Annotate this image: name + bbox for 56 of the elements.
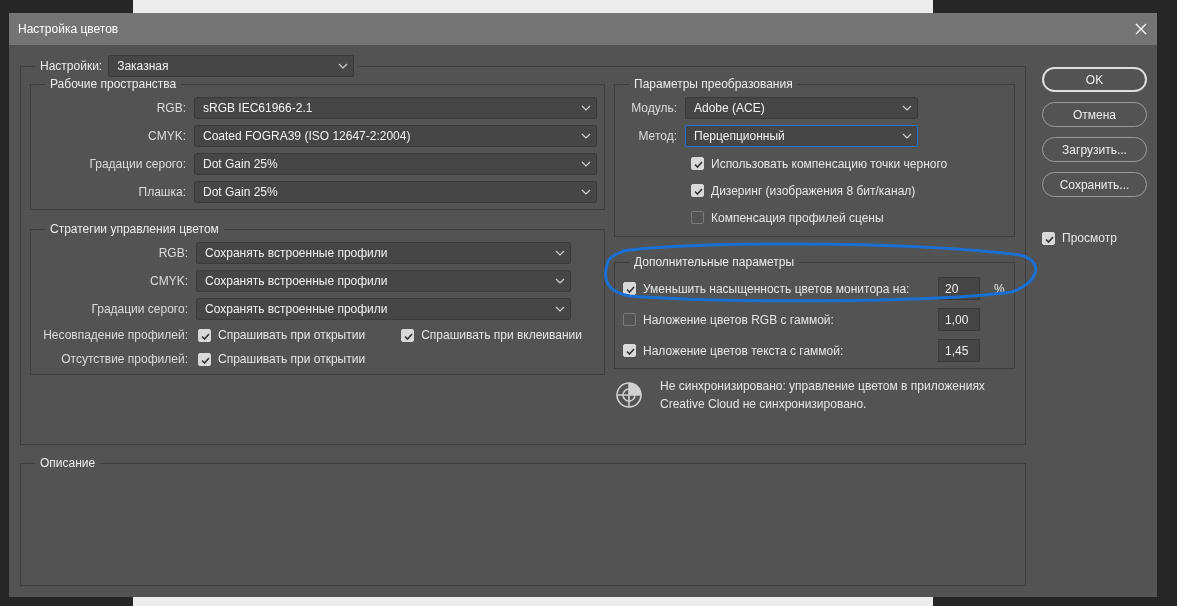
chevron-icon bbox=[581, 105, 591, 111]
checkbox-label: Использовать компенсацию точки черного bbox=[711, 155, 948, 173]
field-label: Настройки: bbox=[40, 59, 103, 73]
chevron-icon bbox=[581, 133, 591, 139]
dropdown[interactable]: Сохранять встроенные профили bbox=[196, 242, 571, 264]
field-label: Градации серого: bbox=[88, 156, 186, 173]
checkbox-label: Дизеринг (изображения 8 бит/канал) bbox=[711, 182, 916, 200]
chevron-icon bbox=[555, 250, 565, 256]
checkbox-label: Наложение цветов текста с гаммой: bbox=[643, 342, 844, 360]
checkbox-label: Просмотр bbox=[1062, 230, 1117, 247]
field-label: CMYK: bbox=[149, 273, 188, 290]
field-label: RGB: bbox=[155, 100, 186, 117]
checkbox[interactable] bbox=[691, 211, 704, 224]
chevron-icon bbox=[902, 133, 912, 139]
field-label: Отсутствие профилей: bbox=[60, 351, 188, 368]
dropdown[interactable]: Adobe (ACE) bbox=[685, 97, 918, 119]
dropdown[interactable]: Dot Gain 25% bbox=[194, 181, 597, 203]
field-label: CMYK: bbox=[147, 128, 186, 145]
checkbox-label: Компенсация профилей сцены bbox=[711, 209, 884, 227]
chevron-icon bbox=[338, 63, 349, 69]
chevron-icon bbox=[555, 278, 565, 284]
checkbox-label: Наложение цветов RGB с гаммой: bbox=[643, 311, 834, 329]
dropdown[interactable]: Перцепционный bbox=[685, 125, 918, 147]
chevron-icon bbox=[581, 189, 591, 195]
checkbox-label: Спрашивать при вклеивании bbox=[421, 327, 582, 344]
target-icon bbox=[614, 380, 644, 410]
group-title: Описание bbox=[39, 456, 97, 470]
field-label: Модуль: bbox=[630, 100, 677, 117]
group-title: Стратегии управления цветом bbox=[49, 222, 220, 236]
group-title: Дополнительные параметры bbox=[633, 255, 796, 269]
checkbox-label: Спрашивать при открытии bbox=[218, 351, 366, 368]
chevron-icon bbox=[902, 105, 912, 111]
dropdown[interactable]: Coated FOGRA39 (ISO 12647-2:2004) bbox=[194, 125, 597, 147]
dropdown[interactable]: Заказная bbox=[108, 55, 355, 77]
chevron-icon bbox=[555, 306, 565, 312]
group-title: Рабочие пространства bbox=[49, 77, 178, 91]
field-label: Метод: bbox=[637, 128, 677, 145]
field-label: Несовпадение профилей: bbox=[42, 327, 188, 344]
number-field[interactable]: 1,00 bbox=[938, 308, 980, 331]
chevron-icon bbox=[581, 161, 591, 167]
dropdown[interactable]: Сохранять встроенные профили bbox=[196, 270, 571, 292]
dropdown[interactable]: Dot Gain 25% bbox=[194, 153, 597, 175]
field-label: Плашка: bbox=[137, 184, 186, 201]
checkbox[interactable] bbox=[623, 313, 636, 326]
window-title: Настройка цветов bbox=[18, 21, 119, 38]
field-label: RGB: bbox=[157, 245, 188, 262]
dropdown[interactable]: Сохранять встроенные профили bbox=[196, 298, 571, 320]
group-title: Параметры преобразования bbox=[633, 77, 794, 91]
dropdown[interactable]: sRGB IEC61966-2.1 bbox=[194, 97, 597, 119]
checkbox-label: Спрашивать при открытии bbox=[218, 327, 366, 344]
close-icon[interactable] bbox=[1135, 23, 1147, 35]
field-label: Градации серого: bbox=[90, 301, 188, 318]
dialog-button[interactable]: OK bbox=[1042, 67, 1147, 92]
sync-note: Не синхронизировано: управление цветом в приложениях Creative Cloud не синхронизировано. bbox=[660, 378, 985, 413]
number-field[interactable]: 1,45 bbox=[938, 339, 980, 362]
checkbox-label: Уменьшить насыщенность цветов монитора на: bbox=[643, 280, 910, 298]
